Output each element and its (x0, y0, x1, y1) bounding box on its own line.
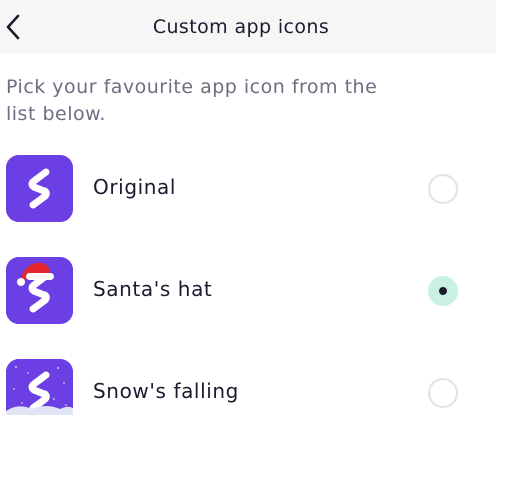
radio-button-snows-falling[interactable] (428, 378, 458, 408)
app-icon-snows-falling (6, 359, 73, 415)
radio-button-santas-hat[interactable] (428, 276, 458, 306)
option-label-snows-falling: Snow's falling (93, 379, 239, 403)
option-label-original: Original (93, 175, 177, 199)
back-button[interactable] (0, 9, 26, 45)
description-text: Pick your favourite app icon from the li… (6, 76, 378, 125)
radio-selected-dot (439, 287, 447, 295)
app-icon-option-original[interactable]: Original (0, 155, 496, 223)
app-icon-original (6, 155, 73, 222)
navigation-bar: Custom app icons (0, 0, 496, 54)
app-screen: Custom app icons Pick your favourite app… (0, 0, 512, 500)
radio-button-original[interactable] (428, 174, 458, 204)
chevron-left-icon (6, 14, 20, 40)
page-title: Custom app icons (152, 16, 330, 38)
app-icon-santas-hat (6, 257, 73, 324)
app-icon-option-snows-falling[interactable]: Snow's falling (0, 359, 496, 427)
option-label-santas-hat: Santa's hat (93, 277, 213, 301)
app-icon-option-santas-hat[interactable]: Santa's hat (0, 257, 496, 325)
